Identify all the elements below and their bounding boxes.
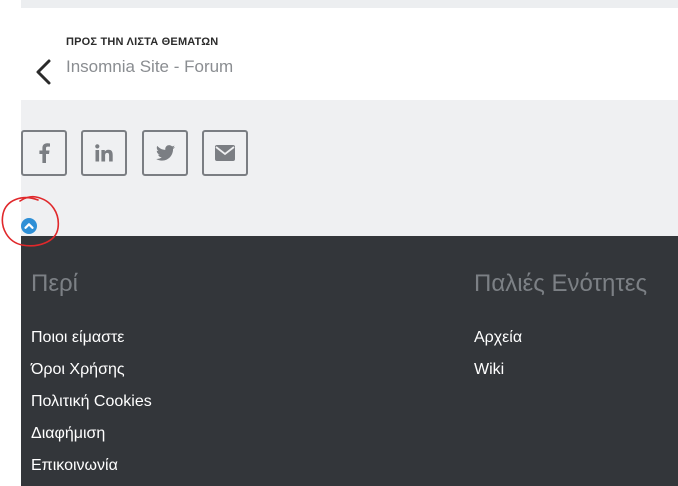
email-icon [215,145,235,161]
footer-link-wiki[interactable]: Wiki [474,361,504,379]
footer-link-contact[interactable]: Επικοινωνία [31,457,118,475]
back-eyebrow[interactable]: ΠΡΟΣ ΤΗΝ ΛΙΣΤΑ ΘΕΜΑΤΩΝ [66,36,218,48]
facebook-icon [39,143,50,163]
share-facebook-button[interactable] [21,130,67,176]
footer-link-archives[interactable]: Αρχεία [474,329,522,347]
footer-col-about-title: Περί [31,270,79,297]
top-strip [21,0,678,8]
back-to-topics-bar[interactable]: ΠΡΟΣ ΤΗΝ ΛΙΣΤΑ ΘΕΜΑΤΩΝ Insomnia Site - F… [21,22,678,100]
footer-link-advertising[interactable]: Διαφήμιση [31,425,105,443]
footer: Περί Ποιοι είμαστε Όροι Χρήσης Πολιτική … [21,236,678,486]
share-twitter-button[interactable] [142,130,188,176]
footer-link-cookies[interactable]: Πολιτική Cookies [31,393,152,411]
share-email-button[interactable] [202,130,248,176]
share-area [21,100,678,236]
share-linkedin-button[interactable] [81,130,127,176]
red-circle-annotation [1,195,60,247]
footer-link-terms[interactable]: Όροι Χρήσης [31,361,125,379]
back-title[interactable]: Insomnia Site - Forum [66,57,233,77]
chevron-left-icon[interactable] [34,58,54,86]
twitter-icon [155,145,175,161]
footer-link-who-we-are[interactable]: Ποιοι είμαστε [31,329,124,347]
footer-col-old-sections-title: Παλιές Ενότητες [474,270,648,297]
linkedin-icon [95,144,113,162]
